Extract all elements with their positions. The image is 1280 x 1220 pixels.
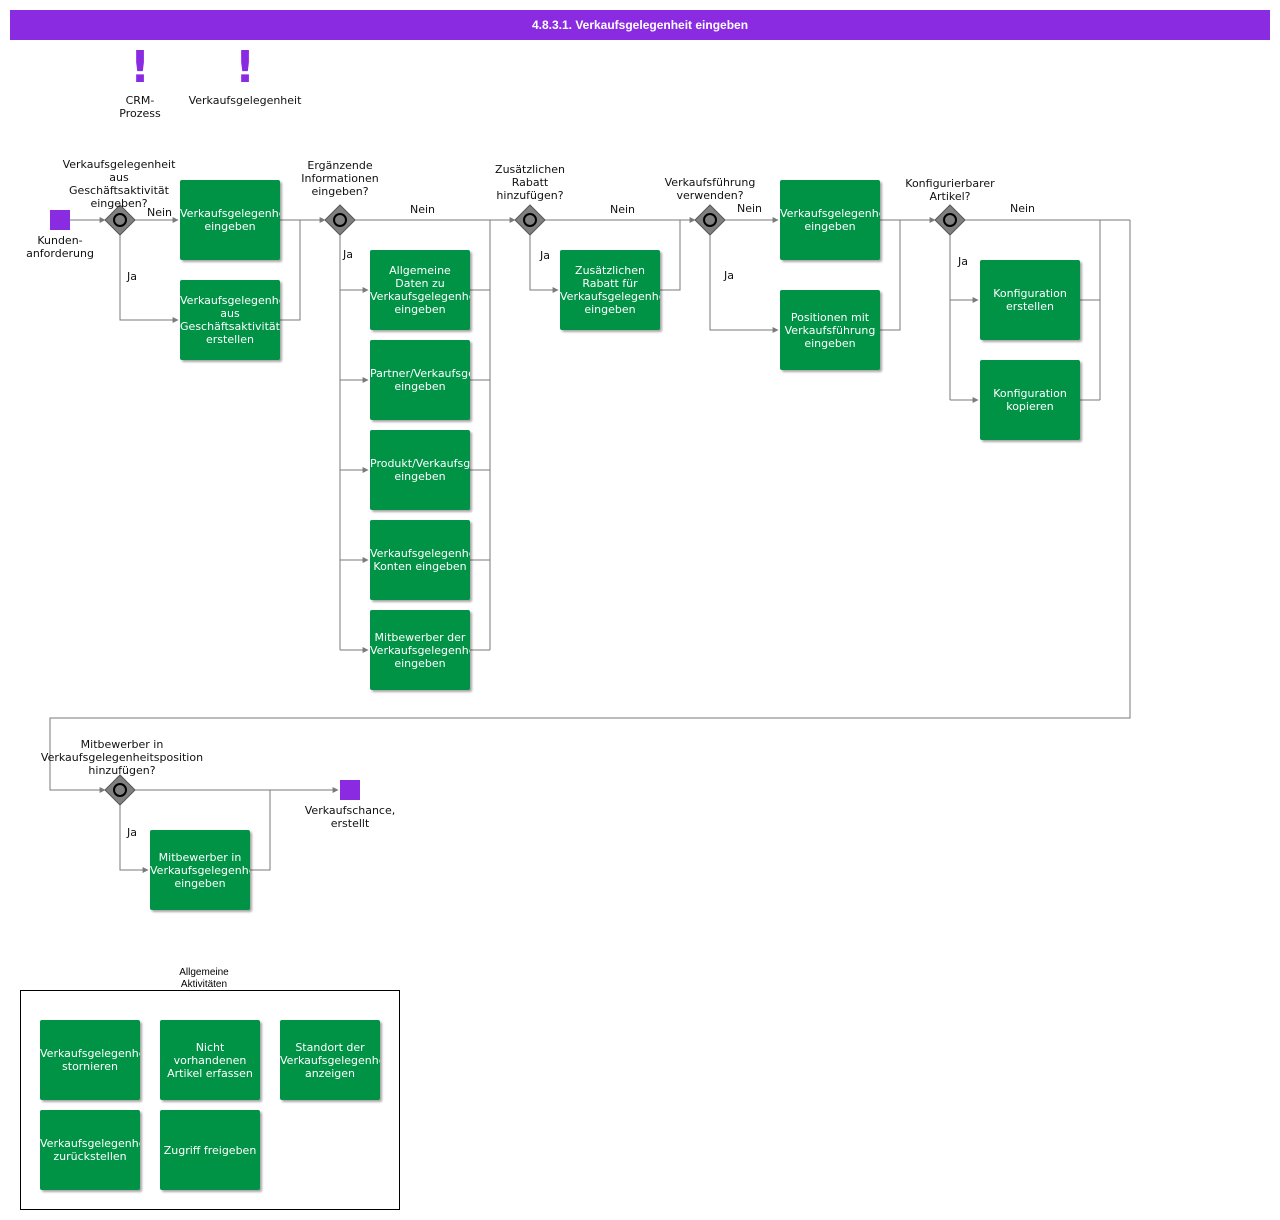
- activity-label: Konfiguration erstellen: [993, 287, 1067, 313]
- activity-label: Mitbewerber in Verkaufsgelegenheitsposit…: [150, 850, 250, 890]
- activity-label: Zugriff freigeben: [163, 1143, 257, 1157]
- flow-a11-merge: [1080, 220, 1101, 401]
- gateway-label-g2: Ergänzende Informationen eingeben?: [301, 159, 379, 198]
- legend-title: Allgemeine Aktivitäten: [179, 967, 229, 987]
- flow-a10-g5: [880, 220, 901, 331]
- activity-produkt-eingeben[interactable]: Produkt/Verkaufsgelegenheit eingeben: [370, 430, 470, 510]
- flow-label-ja: Ja: [540, 249, 550, 262]
- flow-a13-end: [250, 790, 271, 871]
- legend-activity-stornieren[interactable]: Verkaufsgelegenheit stornieren: [40, 1020, 140, 1100]
- activity-label: Verkaufsgelegenheitsposition eingeben: [780, 207, 880, 233]
- start-event: [50, 210, 70, 230]
- activity-label: Partner/Verkaufsgelegenheit eingeben: [370, 367, 470, 393]
- activity-konfiguration-erstellen[interactable]: Konfiguration erstellen: [980, 260, 1080, 340]
- flow-label-nein: Nein: [147, 206, 173, 219]
- activity-positionen-verkaufsfuehrung[interactable]: Positionen mit Verkaufsführung eingeben: [780, 290, 880, 370]
- gateway-label-g3: Zusätzlichen Rabatt hinzufügen?: [495, 163, 565, 202]
- activity-mitbewerber-position-eingeben[interactable]: Mitbewerber in Verkaufsgelegenheitsposit…: [150, 830, 250, 910]
- flow-label-ja: Ja: [343, 248, 353, 261]
- flow-label-nein: Nein: [410, 203, 436, 216]
- flow-g4-a10: [709, 235, 779, 333]
- gateway-g2: [324, 204, 356, 236]
- flow-label-ja: Ja: [127, 826, 137, 839]
- activity-label: Mitbewerber der Verkaufsgelegenheit eing…: [370, 630, 470, 670]
- activity-label: Verkaufsgelegenheit stornieren: [40, 1047, 140, 1073]
- exclamation-icon: !: [129, 42, 151, 93]
- activity-allgemeine-daten-eingeben[interactable]: Allgemeine Daten zu Verkaufsgelegenheit …: [370, 250, 470, 330]
- start-event-label: Kunden- anforderung: [26, 234, 94, 260]
- activity-aus-geschaeftsaktivitaet-erstellen[interactable]: Verkaufsgelegenheit aus Geschäftsaktivit…: [180, 280, 280, 360]
- flow-a8-g4: [660, 220, 681, 291]
- flow-label-ja: Ja: [724, 269, 734, 282]
- flow-merge-g3: [470, 220, 491, 651]
- activity-label: Zusätzlichen Rabatt für Verkaufsgelegenh…: [560, 264, 660, 316]
- gateway-g3: [514, 204, 546, 236]
- activity-konten-eingeben[interactable]: Verkaufsgelegenheitsbezogene Konten eing…: [370, 520, 470, 600]
- ref-label-crm-prozess: CRM- Prozess: [119, 94, 161, 120]
- gateway-g5: [934, 204, 966, 236]
- flow-label-nein: Nein: [737, 202, 763, 215]
- gateway-label-g5: Konfigurierbarer Artikel?: [905, 177, 995, 203]
- legend-activity-standort-anzeigen[interactable]: Standort der Verkaufsgelegenheit anzeige…: [280, 1020, 380, 1100]
- flow-label-ja: Ja: [958, 255, 968, 268]
- legend-activity-zurueckstellen[interactable]: Verkaufsgelegenheit zurückstellen: [40, 1110, 140, 1190]
- flow-g3-a8: [529, 235, 559, 293]
- activity-label: Nicht vorhandenen Artikel erfassen: [167, 1040, 253, 1080]
- gateway-label-g6: Mitbewerber in Verkaufsgelegenheitsposit…: [40, 738, 204, 777]
- activity-partner-eingeben[interactable]: Partner/Verkaufsgelegenheit eingeben: [370, 340, 470, 420]
- flow-label-nein: Nein: [1010, 202, 1036, 215]
- activity-mitbewerber-eingeben[interactable]: Mitbewerber der Verkaufsgelegenheit eing…: [370, 610, 470, 690]
- gateway-g6: [104, 774, 136, 806]
- end-event-label: Verkaufschance, erstellt: [304, 804, 396, 830]
- flow-label-ja: Ja: [127, 270, 137, 283]
- activity-label: Standort der Verkaufsgelegenheit anzeige…: [280, 1040, 380, 1080]
- ref-label-verkaufsgelegenheit: Verkaufsgelegenheit: [188, 94, 302, 107]
- activity-label: Positionen mit Verkaufsführung eingeben: [784, 310, 876, 350]
- gateway-label-g4: Verkaufsführung verwenden?: [664, 176, 756, 202]
- activity-rabatt-eingeben[interactable]: Zusätzlichen Rabatt für Verkaufsgelegenh…: [560, 250, 660, 330]
- activity-konfiguration-kopieren[interactable]: Konfiguration kopieren: [980, 360, 1080, 440]
- legend-activity-zugriff-freigeben[interactable]: Zugriff freigeben: [160, 1110, 260, 1190]
- gateway-label-g1: Verkaufsgelegenheit aus Geschäftsaktivit…: [62, 158, 176, 210]
- activity-label: Verkaufsgelegenheit zurückstellen: [40, 1137, 140, 1163]
- end-event: [340, 780, 360, 800]
- legend-activity-artikel-erfassen[interactable]: Nicht vorhandenen Artikel erfassen: [160, 1020, 260, 1100]
- activity-label: Verkaufsgelegenheit aus Geschäftsaktivit…: [180, 294, 280, 346]
- activity-label: Produkt/Verkaufsgelegenheit eingeben: [370, 457, 470, 483]
- activity-verkaufsgelegenheitskopf-eingeben[interactable]: Verkaufsgelegenheitskopf eingeben: [180, 180, 280, 260]
- flow-a2-g2: [280, 220, 301, 321]
- activity-label: Allgemeine Daten zu Verkaufsgelegenheit …: [370, 264, 470, 316]
- exclamation-icon: !: [234, 42, 256, 93]
- activity-position-eingeben[interactable]: Verkaufsgelegenheitsposition eingeben: [780, 180, 880, 260]
- activity-label: Konfiguration kopieren: [993, 387, 1067, 413]
- activity-label: Verkaufsgelegenheitsbezogene Konten eing…: [370, 547, 470, 573]
- gateway-g4: [694, 204, 726, 236]
- activity-label: Verkaufsgelegenheitskopf eingeben: [180, 207, 280, 233]
- flow-label-nein: Nein: [610, 203, 636, 216]
